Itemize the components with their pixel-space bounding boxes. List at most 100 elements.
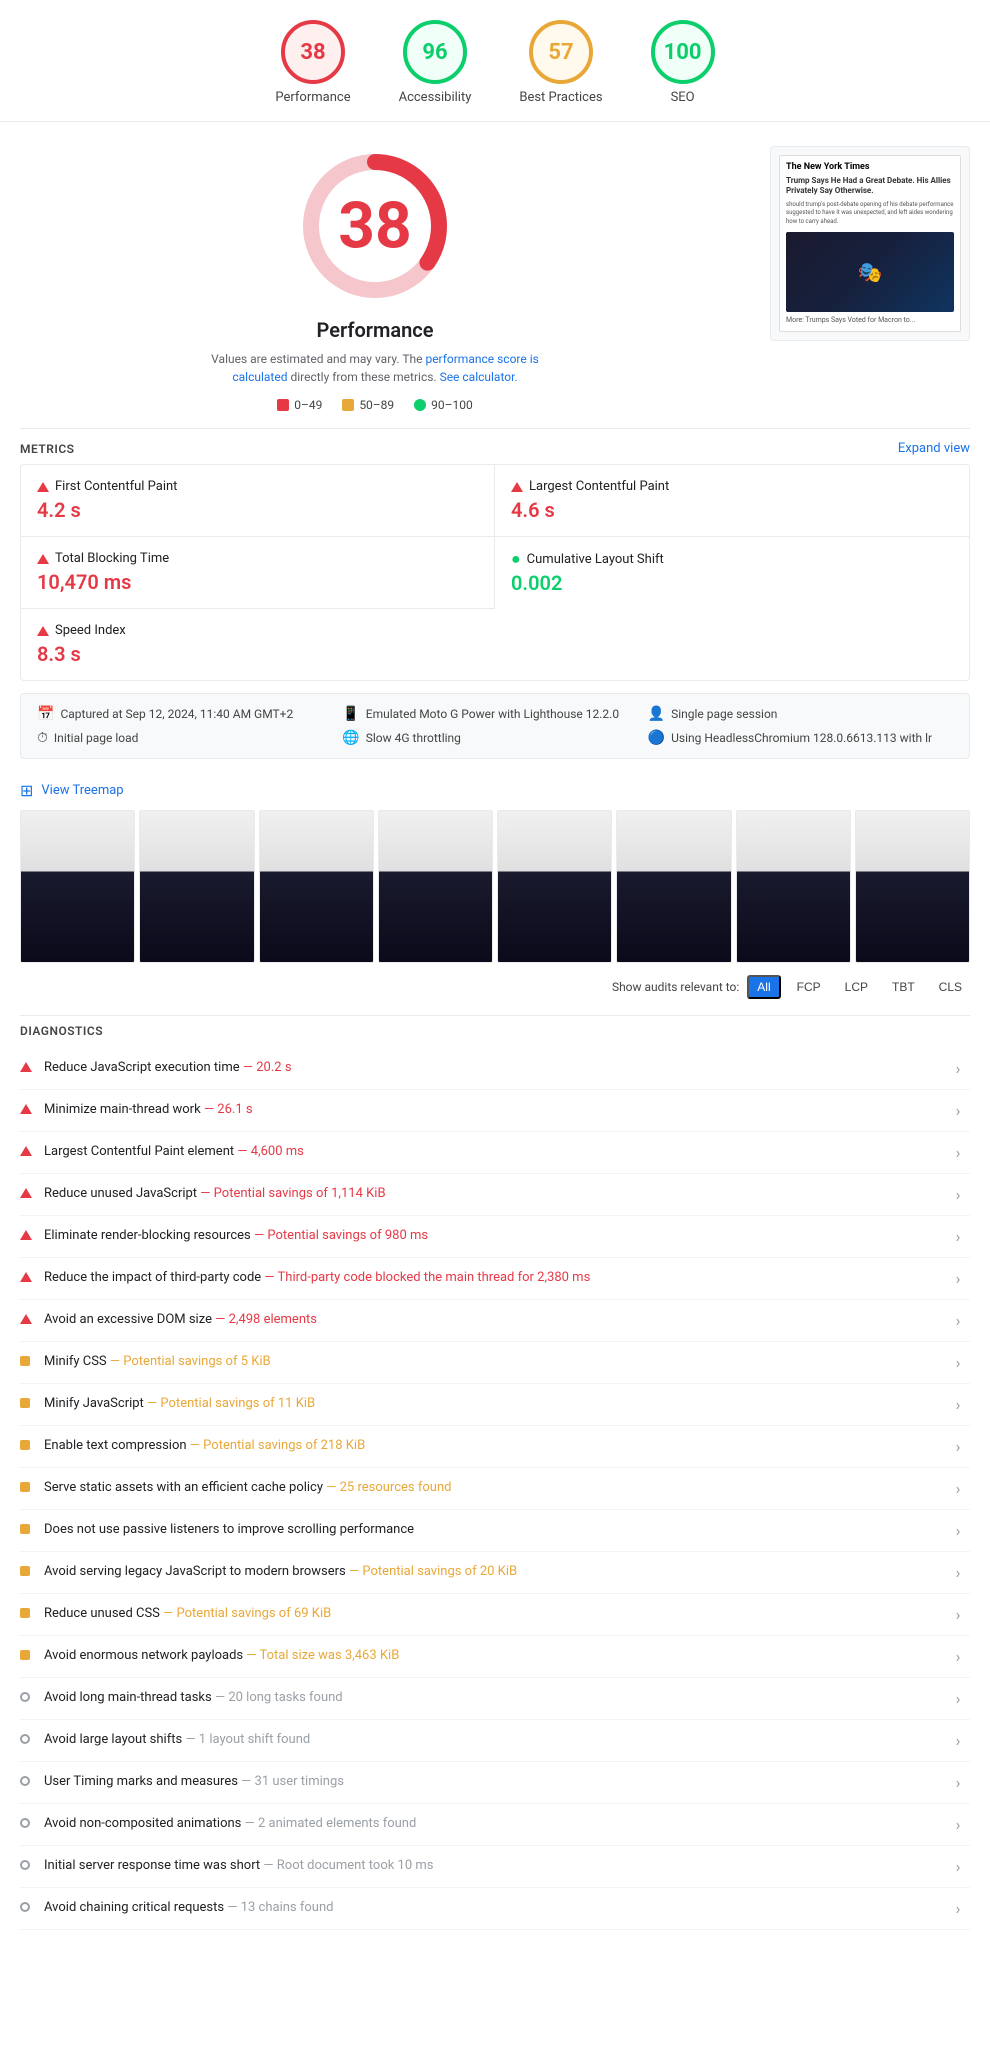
audit-item-14[interactable]: Avoid enormous network payloads — Total … (20, 1636, 970, 1678)
capture-icon-5: 🔵 (648, 730, 665, 746)
score-circle-seo: 100 (651, 20, 715, 84)
legend-red: 0–49 (277, 398, 322, 412)
audit-item-16[interactable]: Avoid large layout shifts — 1 layout shi… (20, 1720, 970, 1762)
audit-chevron-8[interactable]: › (946, 1395, 970, 1414)
audit-main-text-17: User Timing marks and measures (44, 1774, 238, 1789)
audit-icon-container-1 (20, 1102, 44, 1118)
audit-item-2[interactable]: Largest Contentful Paint element — 4,600… (20, 1132, 970, 1174)
audit-item-8[interactable]: Minify JavaScript — Potential savings of… (20, 1384, 970, 1426)
audit-item-4[interactable]: Eliminate render-blocking resources — Po… (20, 1216, 970, 1258)
audit-text-8: Minify JavaScript — Potential savings of… (44, 1395, 946, 1413)
audit-chevron-13[interactable]: › (946, 1605, 970, 1624)
audit-text-14: Avoid enormous network payloads — Total … (44, 1647, 946, 1665)
audit-item-15[interactable]: Avoid long main-thread tasks — 20 long t… (20, 1678, 970, 1720)
audit-chevron-18[interactable]: › (946, 1815, 970, 1834)
audit-chevron-1[interactable]: › (946, 1101, 970, 1120)
audit-chevron-2[interactable]: › (946, 1143, 970, 1162)
metric-si-text: Speed Index (55, 623, 126, 638)
audit-icon-container-6 (20, 1312, 44, 1328)
screenshot-image: 🎭 (786, 232, 954, 312)
audit-icon-container-2 (20, 1144, 44, 1160)
audit-chevron-14[interactable]: › (946, 1647, 970, 1666)
see-calculator-link[interactable]: See calculator. (440, 370, 518, 384)
audit-item-7[interactable]: Minify CSS — Potential savings of 5 KiB … (20, 1342, 970, 1384)
gauge-value: 38 (338, 189, 411, 264)
audit-icon-4 (20, 1230, 32, 1240)
audit-chevron-9[interactable]: › (946, 1437, 970, 1456)
audit-main-text-2: Largest Contentful Paint element (44, 1144, 234, 1159)
audit-detail-19: — Root document took 10 ms (263, 1858, 433, 1873)
audit-chevron-3[interactable]: › (946, 1185, 970, 1204)
filter-all-button[interactable]: All (747, 975, 780, 999)
capture-icon-0: 📅 (37, 706, 54, 722)
metric-si-icon (37, 626, 49, 636)
score-best-practices[interactable]: 57 Best Practices (519, 20, 602, 105)
audit-chevron-19[interactable]: › (946, 1857, 970, 1876)
audit-main-text-18: Avoid non-composited animations (44, 1816, 241, 1831)
audit-item-6[interactable]: Avoid an excessive DOM size — 2,498 elem… (20, 1300, 970, 1342)
audit-chevron-20[interactable]: › (946, 1899, 970, 1918)
audit-detail-10: — 25 resources found (326, 1480, 451, 1495)
audit-chevron-15[interactable]: › (946, 1689, 970, 1708)
expand-view-button[interactable]: Expand view (898, 441, 970, 456)
metric-tbt-label: Total Blocking Time (37, 551, 478, 566)
audit-chevron-12[interactable]: › (946, 1563, 970, 1582)
audit-chevron-0[interactable]: › (946, 1059, 970, 1078)
audit-chevron-17[interactable]: › (946, 1773, 970, 1792)
audit-icon-14 (20, 1650, 30, 1660)
audit-detail-3: — Potential savings of 1,114 KiB (200, 1186, 385, 1201)
audit-text-10: Serve static assets with an efficient ca… (44, 1479, 946, 1497)
audit-item-20[interactable]: Avoid chaining critical requests — 13 ch… (20, 1888, 970, 1930)
audit-icon-container-18 (20, 1816, 44, 1832)
audit-item-5[interactable]: Reduce the impact of third-party code — … (20, 1258, 970, 1300)
audit-item-9[interactable]: Enable text compression — Potential savi… (20, 1426, 970, 1468)
audit-chevron-7[interactable]: › (946, 1353, 970, 1372)
audit-chevron-5[interactable]: › (946, 1269, 970, 1288)
audit-item-12[interactable]: Avoid serving legacy JavaScript to moder… (20, 1552, 970, 1594)
audit-icon-2 (20, 1146, 32, 1156)
score-header: 38 Performance 96 Accessibility 57 Best … (0, 0, 990, 122)
audit-item-11[interactable]: Does not use passive listeners to improv… (20, 1510, 970, 1552)
audit-icon-5 (20, 1272, 32, 1282)
audit-chevron-11[interactable]: › (946, 1521, 970, 1540)
metric-fcp-label: First Contentful Paint (37, 479, 478, 494)
audit-item-10[interactable]: Serve static assets with an efficient ca… (20, 1468, 970, 1510)
audit-text-9: Enable text compression — Potential savi… (44, 1437, 946, 1455)
treemap-link[interactable]: ⊞ View Treemap (20, 771, 970, 810)
audit-item-3[interactable]: Reduce unused JavaScript — Potential sav… (20, 1174, 970, 1216)
capture-text-3: Initial page load (54, 731, 138, 745)
filter-tbt-button[interactable]: TBT (884, 977, 923, 997)
audit-icon-16 (20, 1734, 30, 1744)
filter-lcp-button[interactable]: LCP (837, 977, 876, 997)
filter-cls-button[interactable]: CLS (931, 977, 970, 997)
capture-text-4: Slow 4G throttling (366, 731, 461, 745)
audit-text-17: User Timing marks and measures — 31 user… (44, 1773, 946, 1791)
audit-text-6: Avoid an excessive DOM size — 2,498 elem… (44, 1311, 946, 1329)
audit-detail-20: — 13 chains found (227, 1900, 333, 1915)
capture-row-3: ⏱ Initial page load (37, 730, 342, 746)
audit-icon-container-11 (20, 1522, 44, 1538)
score-performance[interactable]: 38 Performance (275, 20, 350, 105)
audit-chevron-6[interactable]: › (946, 1311, 970, 1330)
audit-icon-container-5 (20, 1270, 44, 1286)
score-seo[interactable]: 100 SEO (651, 20, 715, 105)
audit-item-17[interactable]: User Timing marks and measures — 31 user… (20, 1762, 970, 1804)
audit-main-text-16: Avoid large layout shifts (44, 1732, 182, 1747)
audit-item-19[interactable]: Initial server response time was short —… (20, 1846, 970, 1888)
score-label-best-practices: Best Practices (519, 90, 602, 105)
perf-right: The New York Times Trump Says He Had a G… (770, 146, 970, 341)
filter-label: Show audits relevant to: (612, 980, 739, 994)
filter-fcp-button[interactable]: FCP (789, 977, 829, 997)
audit-item-18[interactable]: Avoid non-composited animations — 2 anim… (20, 1804, 970, 1846)
audit-item-13[interactable]: Reduce unused CSS — Potential savings of… (20, 1594, 970, 1636)
audit-main-text-14: Avoid enormous network payloads (44, 1648, 243, 1663)
capture-text-5: Using HeadlessChromium 128.0.6613.113 wi… (671, 731, 932, 745)
audit-chevron-4[interactable]: › (946, 1227, 970, 1246)
legend-dot-green (414, 399, 426, 411)
audit-item-0[interactable]: Reduce JavaScript execution time — 20.2 … (20, 1048, 970, 1090)
audit-chevron-16[interactable]: › (946, 1731, 970, 1750)
audit-icon-0 (20, 1062, 32, 1072)
score-accessibility[interactable]: 96 Accessibility (399, 20, 472, 105)
audit-chevron-10[interactable]: › (946, 1479, 970, 1498)
audit-item-1[interactable]: Minimize main-thread work — 26.1 s › (20, 1090, 970, 1132)
